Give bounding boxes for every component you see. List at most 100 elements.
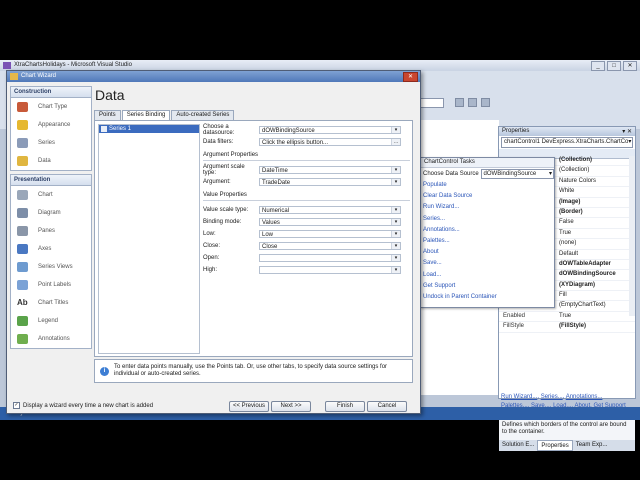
nav-item-chart-titles[interactable]: Ab Chart Titles (11, 294, 91, 312)
properties-verb-link[interactable]: Run Wizard... (501, 394, 537, 400)
val-scale-combo[interactable]: Numerical ▾ (259, 206, 401, 214)
nav-item-axes[interactable]: Axes (11, 240, 91, 258)
chevron-down-icon[interactable]: ▾ (391, 267, 400, 273)
low-combo[interactable]: Low ▾ (259, 230, 401, 238)
property-value[interactable]: (XYDiagram) (559, 281, 635, 290)
nav-item-diagram[interactable]: Diagram (11, 204, 91, 222)
task-link[interactable]: Load... (421, 270, 554, 281)
chartcontrol-tasks-panel: ChartControl Tasks Choose Data Source dO… (420, 157, 555, 308)
property-value[interactable]: Nature Colors (559, 177, 635, 186)
nav-item-chart[interactable]: Chart (11, 186, 91, 204)
nav-item-chart-type[interactable]: Chart Type (11, 98, 91, 116)
properties-verb-link[interactable]: Series... (541, 394, 563, 400)
high-combo[interactable]: ▾ (259, 266, 401, 274)
property-value[interactable]: Fill (559, 291, 635, 300)
vs-app-icon (3, 62, 11, 69)
task-link[interactable]: Annotations... (421, 225, 554, 236)
toolbar-button-icon[interactable] (481, 98, 490, 107)
property-value[interactable]: (Collection) (559, 156, 635, 165)
low-label: Low: (203, 231, 216, 237)
chevron-down-icon[interactable]: ▾ (391, 179, 400, 185)
property-name: Enabled (503, 312, 526, 319)
next-button[interactable]: Next >> (271, 401, 311, 412)
maximize-icon[interactable]: □ (607, 61, 621, 71)
chevron-down-icon[interactable]: ▾ (391, 207, 400, 213)
datafilters-field[interactable]: Click the ellipsis button...… (259, 138, 401, 146)
nav-item-series-views[interactable]: Series Views (11, 258, 91, 276)
tool-window-tab[interactable]: Properties (537, 440, 573, 451)
chevron-down-icon[interactable]: ▾ (391, 127, 400, 133)
nav-item-data[interactable]: Data (11, 152, 91, 170)
property-value[interactable]: White (559, 187, 635, 196)
property-value[interactable]: False (559, 218, 635, 227)
chevron-down-icon[interactable]: ▾ (391, 219, 400, 225)
pin-icon[interactable]: ▾ ✕ (622, 128, 632, 137)
series-list-item[interactable]: Series 1 (99, 125, 199, 133)
property-value[interactable]: (none) (559, 239, 635, 248)
tab-points[interactable]: Points (94, 110, 121, 120)
property-value[interactable]: Default (559, 250, 635, 259)
wizard-close-button[interactable]: ✕ (403, 72, 418, 82)
wizard-navigation: Construction Chart Type Appearance Series D… (10, 86, 92, 396)
finish-button[interactable]: Finish (325, 401, 365, 412)
object-selector[interactable]: chartControl1 DevExpress.XtraCharts.Char… (501, 137, 633, 148)
binding-mode-combo[interactable]: Values ▾ (259, 218, 401, 226)
chevron-down-icon[interactable]: ▾ (391, 231, 400, 237)
task-link[interactable]: Populate (421, 180, 554, 191)
series-list[interactable]: Series 1 (98, 124, 200, 354)
toolbar-dropdown[interactable] (420, 98, 444, 108)
property-value[interactable]: (Image) (559, 198, 635, 207)
open-combo[interactable]: ▾ (259, 254, 401, 262)
property-row[interactable]: FillStyle (FillStyle) (499, 322, 635, 333)
property-value[interactable]: (Border) (559, 208, 635, 217)
arg-scale-combo[interactable]: DateTime ▾ (259, 166, 401, 174)
task-link[interactable]: About (421, 247, 554, 258)
nav-item-legend[interactable]: Legend (11, 312, 91, 330)
ellipsis-icon[interactable]: … (391, 139, 400, 145)
property-value[interactable]: dOWBindingSource (559, 270, 635, 279)
toolbar-button-icon[interactable] (468, 98, 477, 107)
tool-window-tab[interactable]: Team Exp... (573, 440, 611, 451)
nav-item-appearance[interactable]: Appearance (11, 116, 91, 134)
task-link[interactable]: Undock in Parent Container (421, 292, 554, 303)
nav-item-series[interactable]: Series (11, 134, 91, 152)
datasource-combo[interactable]: dOWBindingSource ▾ (259, 126, 401, 134)
display-wizard-checkbox[interactable]: ✓ Display a wizard every time a new char… (13, 402, 153, 409)
nav-item-point-labels[interactable]: Point Labels (11, 276, 91, 294)
checkbox-box[interactable]: ✓ (13, 402, 20, 409)
property-value[interactable]: True (559, 312, 635, 321)
task-link[interactable]: Save... (421, 258, 554, 269)
data-source-combo[interactable]: dOWBindingSource (480, 169, 554, 179)
task-link[interactable]: Get Support (421, 281, 554, 292)
task-link[interactable]: Series... (421, 214, 554, 225)
property-value[interactable]: (FillStyle) (559, 322, 635, 331)
close-icon[interactable]: ✕ (623, 61, 637, 71)
construction-header[interactable]: Construction (11, 87, 91, 98)
close-combo[interactable]: Close ▾ (259, 242, 401, 250)
property-value[interactable]: (EmptyChartText) (559, 301, 635, 310)
nav-item-panes[interactable]: Panes (11, 222, 91, 240)
property-value[interactable]: True (559, 229, 635, 238)
property-value[interactable]: dOWTableAdapter (559, 260, 635, 269)
toolbar-button-icon[interactable] (455, 98, 464, 107)
task-link[interactable]: Clear Data Source (421, 191, 554, 202)
task-link[interactable]: Palettes... (421, 236, 554, 247)
tool-window-tab[interactable]: Solution E... (499, 440, 537, 451)
property-row[interactable]: Enabled True (499, 312, 635, 323)
argument-combo[interactable]: TradeDate ▾ (259, 178, 401, 186)
minimize-icon[interactable]: _ (591, 61, 605, 71)
tab-auto-created-series[interactable]: Auto-created Series (171, 110, 235, 120)
nav-item-annotations[interactable]: Annotations (11, 330, 91, 348)
previous-button[interactable]: << Previous (229, 401, 269, 412)
chevron-down-icon[interactable]: ▾ (391, 255, 400, 261)
presentation-header[interactable]: Presentation (11, 175, 91, 186)
task-link[interactable]: Run Wizard... (421, 202, 554, 213)
properties-verb-link[interactable]: Annotations... (566, 394, 603, 400)
cancel-button[interactable]: Cancel (367, 401, 407, 412)
chevron-down-icon[interactable]: ▾ (391, 243, 400, 249)
chevron-down-icon[interactable]: ▾ (391, 167, 400, 173)
series-icon (17, 138, 28, 148)
tab-series-binding[interactable]: Series Binding (121, 110, 171, 120)
property-value[interactable]: (Collection) (559, 166, 635, 175)
properties-scrollbar[interactable] (629, 156, 635, 316)
